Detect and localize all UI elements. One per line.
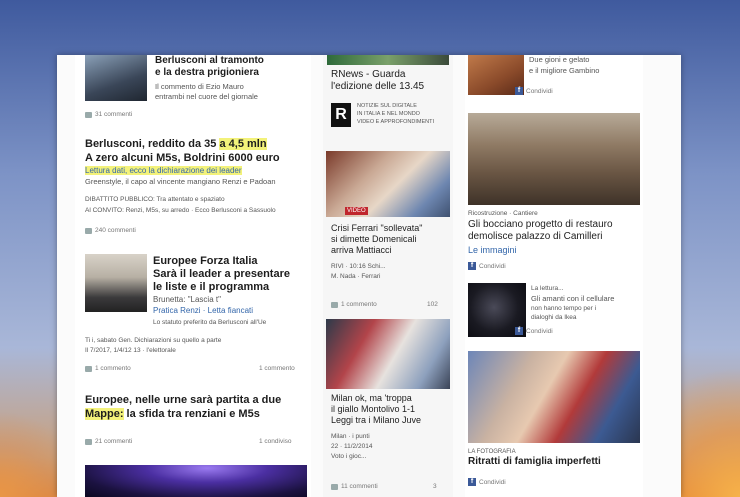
related-text: Greenstyle, il capo al vincente mangiano… <box>85 177 276 186</box>
related-text: 22 · 11/2/2014 <box>331 443 373 450</box>
rnews-logo[interactable]: R <box>331 103 351 127</box>
facebook-icon: f <box>515 327 523 335</box>
article-title-line2[interactable]: Mappe: la sfida tra renziani e M5s <box>85 408 260 421</box>
facebook-share[interactable]: f Condividi <box>515 87 553 95</box>
comment-icon <box>331 483 338 490</box>
related-text: M. Nada · Ferrari <box>331 273 381 280</box>
article-title[interactable]: Europee Forza Italia Sarà il leader a pre… <box>153 255 311 294</box>
share-count[interactable]: 3 <box>433 483 437 490</box>
comment-icon <box>85 227 92 234</box>
right-column: Due gioni e gelato e il migliore Gambino… <box>465 55 643 497</box>
comment-icon <box>85 365 92 372</box>
facebook-share[interactable]: f Condividi <box>515 327 553 335</box>
rnews-caption: NOTIZIE SUL DIGITALE <box>357 103 417 109</box>
mini-headline[interactable]: dialoghi da Ikea <box>531 313 577 323</box>
video-strip[interactable] <box>327 55 449 65</box>
facebook-icon: f <box>515 87 523 95</box>
palazzo-photo[interactable] <box>468 113 640 205</box>
related-text: Al CONVITO: Renzi, M5s, su arredo · Ecco… <box>85 207 276 214</box>
related-link[interactable]: Pratica Renzi · Letta fiancati <box>153 306 253 316</box>
comment-icon <box>331 301 338 308</box>
article-subtitle: Brunetta: "Lascia t" <box>153 295 221 304</box>
comments-count[interactable]: 1 commento <box>85 365 131 372</box>
comment-icon <box>85 111 92 118</box>
main-column: Berlusconi al tramonto e la destra prigio… <box>75 55 311 497</box>
mini-headline[interactable]: Gli amanti con il cellulare <box>531 294 614 304</box>
related-text: Ti i, sabato Gen. Dichiarazioni su quell… <box>85 337 222 344</box>
related-text: DIBATTITO PUBBLICO: Tra attentato e spaz… <box>85 196 225 203</box>
article-subtitle: Il commento di Ezio Mauro <box>155 82 244 91</box>
middle-column: RNews - Guarda l'edizione delle 13.45 R N… <box>323 55 453 497</box>
palazzo-headline[interactable]: Gli bocciano progetto di restauro demolis… <box>468 219 640 243</box>
article-title[interactable]: Berlusconi, reddito da 35 a 4,5 mln <box>85 138 311 151</box>
comments-count[interactable]: 11 commenti <box>331 483 378 490</box>
family-photo[interactable] <box>468 351 640 443</box>
facebook-share[interactable]: f Condividi <box>468 478 506 486</box>
concert-thumbnail[interactable] <box>85 465 307 497</box>
facebook-icon: f <box>468 478 476 486</box>
facebook-icon: f <box>468 262 476 270</box>
comments-count[interactable]: 21 commenti <box>85 438 132 445</box>
images-link[interactable]: Le immagini <box>468 245 517 255</box>
comments-count[interactable]: 1 commento <box>331 301 377 308</box>
food-headline[interactable]: e il migliore Gambino <box>529 66 599 76</box>
article-section: Ricostruzione · Cantiere <box>468 210 538 217</box>
article-subtitle: entrambi nel cuore del giornale <box>155 92 258 101</box>
related-text: RIVI · 10:16 Schi... <box>331 263 386 270</box>
mini-headline[interactable]: La lettura... <box>531 284 564 294</box>
rnews-caption: IN ITALIA E NEL MONDO <box>357 111 420 117</box>
related-text: Milan · i punti <box>331 433 370 440</box>
article-title[interactable]: Europee, nelle urne sarà partita a due <box>85 394 281 407</box>
related-link[interactable]: Lettura dati, ecco la dichiarazione dei … <box>85 166 242 176</box>
related-text: Il 7/2017, 1/4/12 13 · l'elettorale <box>85 347 176 354</box>
news-page: Berlusconi al tramonto e la destra prigio… <box>57 55 681 497</box>
article-subtitle: Lo statuto preferito da Berlusconi all'U… <box>153 319 267 326</box>
rnews-caption: VIDEO E APPROFONDIMENTI <box>357 119 435 125</box>
football-headline[interactable]: Milan ok, ma 'troppa il giallo Montolivo … <box>331 393 451 426</box>
family-headline[interactable]: Ritratti di famiglia imperfetti <box>468 456 640 468</box>
article-title[interactable]: Berlusconi al tramonto e la destra prigio… <box>155 55 305 79</box>
facebook-share[interactable]: f Condividi <box>468 262 506 270</box>
video-badge: VIDEO <box>345 207 368 215</box>
rnews-title[interactable]: RNews - Guarda l'edizione delle 13.45 <box>331 69 449 93</box>
ferrari-headline[interactable]: Crisi Ferrari "sollevata" si dimette Dome… <box>331 223 451 256</box>
comments-count[interactable]: 31 commenti <box>85 111 132 118</box>
article-title-line2[interactable]: A zero alcuni M5s, Boldrini 6000 euro <box>85 152 280 165</box>
comments-count[interactable]: 240 commenti <box>85 227 136 234</box>
forza-italia-thumbnail[interactable] <box>85 254 147 312</box>
related-text: Voto i gioc... <box>331 453 367 460</box>
comment-icon <box>85 438 92 445</box>
share-count[interactable]: 1 commento <box>259 365 295 372</box>
berlusconi-thumbnail[interactable] <box>85 55 147 101</box>
share-count[interactable]: 1 condiviso <box>259 438 292 445</box>
football-photo[interactable] <box>326 319 450 389</box>
share-count[interactable]: 102 <box>427 301 438 308</box>
food-headline[interactable]: Due gioni e gelato <box>529 55 589 65</box>
